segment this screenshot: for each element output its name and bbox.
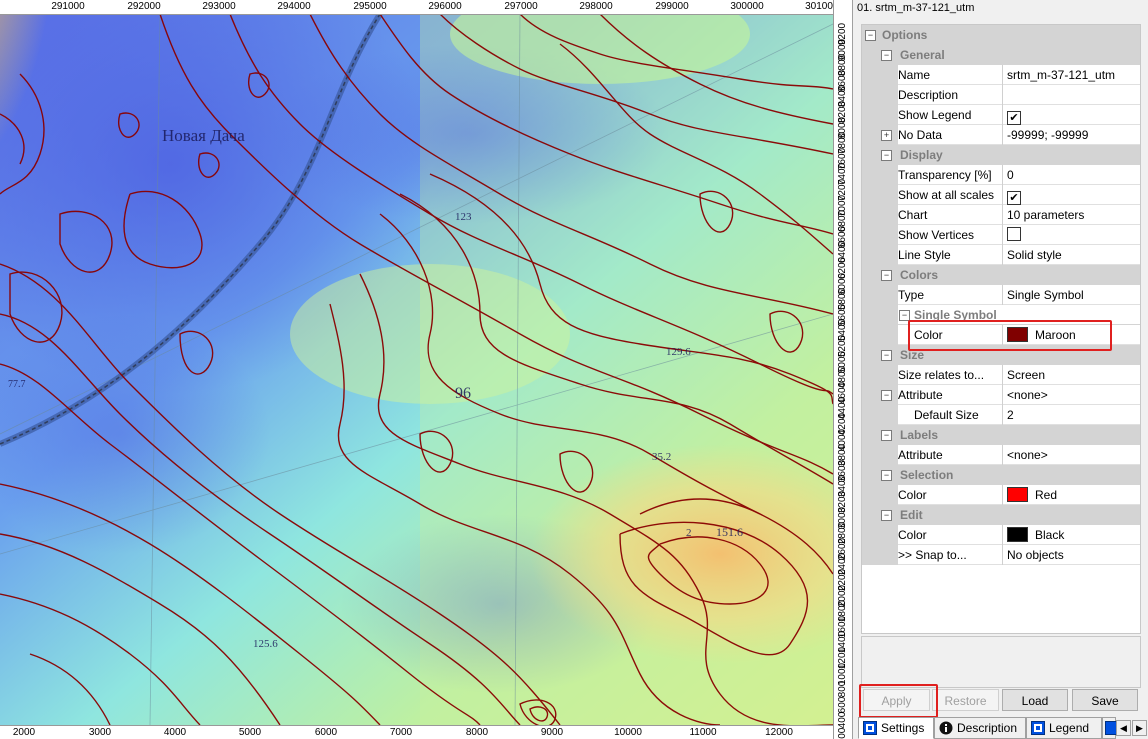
property-description[interactable]: Description bbox=[862, 85, 1140, 105]
top-ruler: 291000 292000 293000 294000 295000 29600… bbox=[0, 0, 833, 15]
ruler-tick: 292000 bbox=[127, 1, 161, 12]
map-label-129: 129.6 bbox=[666, 346, 691, 358]
red-swatch[interactable] bbox=[1007, 487, 1028, 503]
property-line-style[interactable]: Line Style Solid style bbox=[862, 245, 1140, 265]
black-swatch[interactable] bbox=[1007, 527, 1028, 543]
restore-button[interactable]: Restore bbox=[932, 689, 999, 711]
map-label-151: 151.6 bbox=[716, 525, 743, 539]
map-view[interactable]: Новая Дача 77.7 129.6 151.6 125.6 123 96… bbox=[0, 0, 852, 739]
tab-description[interactable]: Description bbox=[934, 717, 1026, 739]
collapse-icon[interactable]: − bbox=[881, 270, 892, 281]
property-chart[interactable]: Chart 10 parameters bbox=[862, 205, 1140, 225]
ruler-tick: 298000 bbox=[579, 1, 613, 12]
collapse-icon[interactable]: − bbox=[881, 350, 892, 361]
save-button[interactable]: Save bbox=[1072, 689, 1138, 711]
ruler-tick: 5000 bbox=[238, 727, 262, 738]
panel-title: 01. srtm_m-37-121_utm bbox=[857, 2, 975, 14]
map-label-96: 96 bbox=[455, 385, 471, 402]
map-label-35: 35.2 bbox=[652, 451, 671, 463]
ruler-tick: 200 bbox=[837, 727, 848, 739]
property-grid[interactable]: − Options − General Name srtm_m-37-121_u… bbox=[861, 24, 1141, 634]
ruler-tick: 299000 bbox=[655, 1, 689, 12]
expand-icon[interactable]: + bbox=[881, 130, 892, 141]
category-display[interactable]: − Display bbox=[862, 145, 1140, 165]
right-ruler: 9200 9000 8800 8600 8400 8200 8000 7800 7600 7400… bbox=[833, 0, 852, 739]
property-labels-attribute[interactable]: Attribute <none> bbox=[862, 445, 1140, 465]
category-general[interactable]: − General bbox=[862, 45, 1140, 65]
category-edit[interactable]: − Edit bbox=[862, 505, 1140, 525]
ruler-tick: 11000 bbox=[689, 727, 717, 738]
map-label-novaya-dacha: Новая Дача bbox=[162, 126, 245, 145]
collapse-icon[interactable]: − bbox=[865, 30, 876, 41]
load-button[interactable]: Load bbox=[1002, 689, 1068, 711]
ruler-tick: 296000 bbox=[428, 1, 462, 12]
map-label-77: 77.7 bbox=[8, 379, 26, 390]
category-options[interactable]: − Options bbox=[862, 25, 1140, 45]
tab-bar: Settings Description Legend ◀ ▶ bbox=[853, 717, 1148, 739]
ruler-tick: 297000 bbox=[504, 1, 538, 12]
category-selection[interactable]: − Selection bbox=[862, 465, 1140, 485]
property-type[interactable]: Type Single Symbol bbox=[862, 285, 1140, 305]
color-row-highlight bbox=[908, 320, 1112, 351]
description-box bbox=[861, 636, 1141, 688]
ruler-tick: 6000 bbox=[314, 727, 338, 738]
property-name[interactable]: Name srtm_m-37-121_utm bbox=[862, 65, 1140, 85]
map-label-2: 2 bbox=[686, 527, 692, 539]
collapse-icon[interactable]: − bbox=[881, 390, 892, 401]
tab-legend[interactable]: Legend bbox=[1026, 717, 1102, 739]
tab-scroll-left-icon[interactable]: ◀ bbox=[1116, 720, 1131, 736]
map-label-125: 125.6 bbox=[253, 638, 278, 650]
show-legend-checkbox[interactable]: ✔ bbox=[1007, 111, 1021, 125]
map-canvas[interactable]: Новая Дача 77.7 129.6 151.6 125.6 123 96… bbox=[0, 14, 833, 725]
show-vertices-checkbox[interactable] bbox=[1007, 227, 1021, 241]
ruler-tick: 295000 bbox=[353, 1, 387, 12]
ruler-tick: 12000 bbox=[765, 727, 793, 738]
map-label-123: 123 bbox=[455, 211, 472, 223]
property-size-relates[interactable]: Size relates to... Screen bbox=[862, 365, 1140, 385]
ruler-tick: 30100 bbox=[805, 1, 833, 12]
tab-overflow[interactable] bbox=[1102, 717, 1119, 739]
settings-icon bbox=[863, 721, 877, 735]
bottom-ruler: 2000 3000 4000 5000 6000 7000 8000 9000 … bbox=[0, 725, 833, 739]
info-icon bbox=[939, 721, 953, 735]
ruler-tick: 293000 bbox=[202, 1, 236, 12]
collapse-icon[interactable]: − bbox=[881, 470, 892, 481]
property-selection-color[interactable]: Color Red bbox=[862, 485, 1140, 505]
properties-panel: 01. srtm_m-37-121_utm − Options − Genera… bbox=[852, 0, 1148, 739]
ruler-tick: 800 bbox=[837, 680, 848, 698]
collapse-icon[interactable]: − bbox=[881, 430, 892, 441]
ruler-tick: 4000 bbox=[163, 727, 187, 738]
property-attribute[interactable]: − Attribute <none> bbox=[862, 385, 1140, 405]
collapse-icon[interactable]: − bbox=[881, 510, 892, 521]
collapse-icon[interactable]: − bbox=[881, 50, 892, 61]
property-default-size[interactable]: Default Size 2 bbox=[862, 405, 1140, 425]
property-transparency[interactable]: Transparency [%] 0 bbox=[862, 165, 1140, 185]
category-colors[interactable]: − Colors bbox=[862, 265, 1140, 285]
ruler-tick: 400 bbox=[837, 712, 848, 729]
ruler-tick: 2000 bbox=[12, 727, 36, 738]
ruler-tick: 291000 bbox=[51, 1, 85, 12]
show-all-scales-checkbox[interactable]: ✔ bbox=[1007, 191, 1021, 205]
ruler-tick: 3000 bbox=[88, 727, 112, 738]
property-snap-to[interactable]: >> Snap to... No objects bbox=[862, 545, 1140, 565]
property-show-vertices[interactable]: Show Vertices bbox=[862, 225, 1140, 245]
ruler-tick: 9000 bbox=[540, 727, 564, 738]
ruler-tick: 10000 bbox=[614, 727, 642, 738]
property-show-legend[interactable]: Show Legend ✔ bbox=[862, 105, 1140, 125]
property-no-data[interactable]: + No Data -99999; -99999 bbox=[862, 125, 1140, 145]
ruler-tick: 7000 bbox=[389, 727, 413, 738]
ruler-tick: 294000 bbox=[277, 1, 311, 12]
apply-button-highlight bbox=[859, 684, 938, 718]
ruler-tick: 300000 bbox=[730, 1, 764, 12]
category-labels[interactable]: − Labels bbox=[862, 425, 1140, 445]
ruler-tick: 8000 bbox=[465, 727, 489, 738]
collapse-icon[interactable]: − bbox=[881, 150, 892, 161]
property-show-all-scales[interactable]: Show at all scales ✔ bbox=[862, 185, 1140, 205]
legend-icon bbox=[1031, 721, 1045, 735]
tab-scroll-right-icon[interactable]: ▶ bbox=[1132, 720, 1147, 736]
tab-settings[interactable]: Settings bbox=[858, 717, 934, 739]
property-edit-color[interactable]: Color Black bbox=[862, 525, 1140, 545]
